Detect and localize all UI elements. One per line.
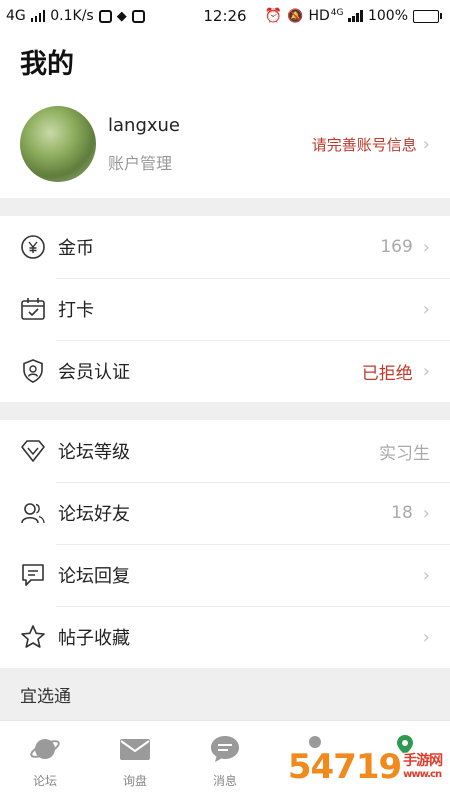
menu-item-checkin[interactable]: 打卡 › — [0, 278, 450, 340]
menu-item-forum-replies[interactable]: 论坛回复 › — [0, 544, 450, 606]
menu-label: 论坛好友 — [58, 504, 130, 525]
page-header: 我的 — [0, 32, 450, 90]
reply-icon — [20, 562, 46, 588]
menu-item-forum-level[interactable]: 论坛等级 实习生 — [0, 420, 450, 482]
section-label-yixuantong: 宜选通 — [0, 668, 450, 720]
menu-label: 论坛回复 — [58, 566, 130, 587]
watermark-sub-1: 手游网 — [403, 752, 443, 769]
menu-label: 金币 — [58, 238, 94, 259]
tab-label: 论坛 — [32, 774, 57, 788]
menu-group-forum: 论坛等级 实习生 论坛好友 18 › 论坛回复 › 帖子收藏 › — [0, 420, 450, 668]
mail-icon — [119, 733, 151, 765]
page-title: 我的 — [20, 49, 74, 80]
coin-count: 169 — [380, 237, 413, 257]
menu-label: 论坛等级 — [58, 442, 130, 463]
complete-info-link[interactable]: 请完善账号信息 — [312, 134, 417, 155]
chevron-right-icon: › — [422, 298, 430, 320]
menu-item-favorites[interactable]: 帖子收藏 › — [0, 606, 450, 668]
chevron-right-icon: › — [422, 133, 430, 155]
qq-icon: ◆ — [116, 8, 127, 24]
network-type: 4G — [6, 8, 26, 24]
star-icon — [20, 624, 46, 650]
section-gap — [0, 402, 450, 420]
planet-icon — [29, 733, 61, 765]
hd-network-label: 4G — [330, 8, 344, 18]
task-icon — [131, 9, 145, 23]
tab-label: 消息 — [212, 774, 237, 788]
chat-icon — [209, 733, 241, 765]
watermark-sub-2: www.cn — [403, 769, 442, 781]
menu-item-membership[interactable]: 会员认证 已拒绝 › — [0, 340, 450, 402]
section-gap — [0, 198, 450, 216]
profile-card[interactable]: langxue 账户管理 请完善账号信息 › — [0, 90, 450, 198]
avatar[interactable] — [20, 106, 96, 182]
tab-forum[interactable]: 论坛 — [0, 721, 90, 800]
signal-icon-2 — [348, 10, 363, 22]
tab-messages[interactable]: 消息 — [180, 721, 270, 800]
membership-status: 已拒绝 — [361, 363, 413, 384]
friends-count: 18 — [391, 503, 413, 523]
account-manage-link[interactable]: 账户管理 — [108, 150, 312, 174]
site-watermark: 54719 手游网 www.cn — [286, 738, 444, 796]
username: langxue — [108, 114, 180, 136]
chevron-right-icon: › — [422, 236, 430, 258]
yen-coin-icon — [20, 234, 46, 260]
menu-label: 帖子收藏 — [58, 628, 130, 649]
diamond-icon — [20, 438, 46, 464]
status-bar: 4G 0.1K/s ◆ 12:26 ⏰ 🔕 HD 4G 100% — [0, 0, 450, 32]
calendar-check-icon — [20, 296, 46, 322]
menu-group-account: 金币 169 › 打卡 › 会员认证 已拒绝 › — [0, 216, 450, 402]
menu-label: 会员认证 — [58, 362, 130, 383]
signal-icon — [30, 10, 46, 22]
tab-label: 询盘 — [122, 774, 147, 788]
watermark-text: 54719 — [287, 747, 402, 787]
menu-label: 打卡 — [58, 300, 94, 321]
friends-icon — [20, 500, 46, 526]
watermark-sub: 手游网 www.cn — [403, 752, 443, 781]
chevron-right-icon: › — [422, 360, 430, 382]
menu-item-forum-friends[interactable]: 论坛好友 18 › — [0, 482, 450, 544]
chevron-right-icon: › — [422, 626, 430, 648]
hd-label: HD — [308, 8, 330, 24]
mute-icon: 🔕 — [287, 8, 304, 24]
alarm-icon: ⏰ — [264, 8, 283, 24]
menu-item-coins[interactable]: 金币 169 › — [0, 216, 450, 278]
tab-inquiry[interactable]: 询盘 — [90, 721, 180, 800]
chevron-right-icon: › — [422, 502, 430, 524]
network-speed: 0.1K/s — [50, 8, 94, 24]
forum-level-value: 实习生 — [379, 443, 430, 464]
battery-icon — [413, 9, 442, 23]
chevron-right-icon: › — [422, 564, 430, 586]
battery-percent: 100% — [367, 8, 408, 24]
shield-user-icon — [20, 358, 46, 384]
sim-icon — [98, 9, 112, 23]
